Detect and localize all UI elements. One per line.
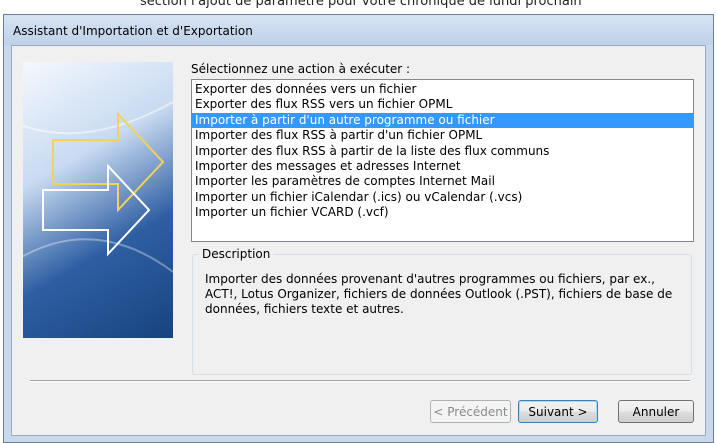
arrow-graphic-icon	[23, 101, 173, 273]
list-item[interactable]: Exporter des données vers un fichier	[192, 82, 693, 97]
wizard-illustration	[23, 62, 173, 338]
list-item[interactable]: Importer des messages et adresses Intern…	[192, 159, 693, 174]
next-button[interactable]: Suivant >	[518, 400, 598, 423]
import-export-wizard-dialog: Assistant d'Importation et d'Exportation…	[3, 14, 714, 443]
background-window: section l'ajout de paramètre pour votre …	[0, 0, 717, 14]
title-bar[interactable]: Assistant d'Importation et d'Exportation	[4, 15, 713, 45]
action-listbox[interactable]: Exporter des données vers un fichier Exp…	[191, 79, 694, 242]
list-item[interactable]: Importer des flux RSS à partir d'un fich…	[192, 128, 693, 143]
cancel-button[interactable]: Annuler	[618, 400, 694, 423]
dialog-body: Sélectionnez une action à exécuter : Exp…	[11, 45, 706, 436]
button-separator	[30, 380, 690, 382]
list-item-selected[interactable]: Importer à partir d'un autre programme o…	[192, 112, 693, 129]
window-title: Assistant d'Importation et d'Exportation	[13, 24, 253, 38]
list-item[interactable]: Importer des flux RSS à partir de la lis…	[192, 144, 693, 159]
description-group: Description Importer des données provena…	[192, 247, 692, 375]
list-item[interactable]: Importer les paramètres de comptes Inter…	[192, 174, 693, 189]
list-item[interactable]: Importer un fichier VCARD (.vcf)	[192, 205, 693, 220]
description-legend: Description	[199, 247, 274, 261]
action-prompt-label: Sélectionnez une action à exécuter :	[191, 62, 411, 76]
list-item[interactable]: Exporter des flux RSS vers un fichier OP…	[192, 97, 693, 112]
description-text: Importer des données provenant d'autres …	[205, 272, 673, 316]
list-item[interactable]: Importer un fichier iCalendar (.ics) ou …	[192, 190, 693, 205]
previous-button[interactable]: < Précédent	[430, 400, 511, 423]
background-text: section l'ajout de paramètre pour votre …	[140, 0, 582, 9]
